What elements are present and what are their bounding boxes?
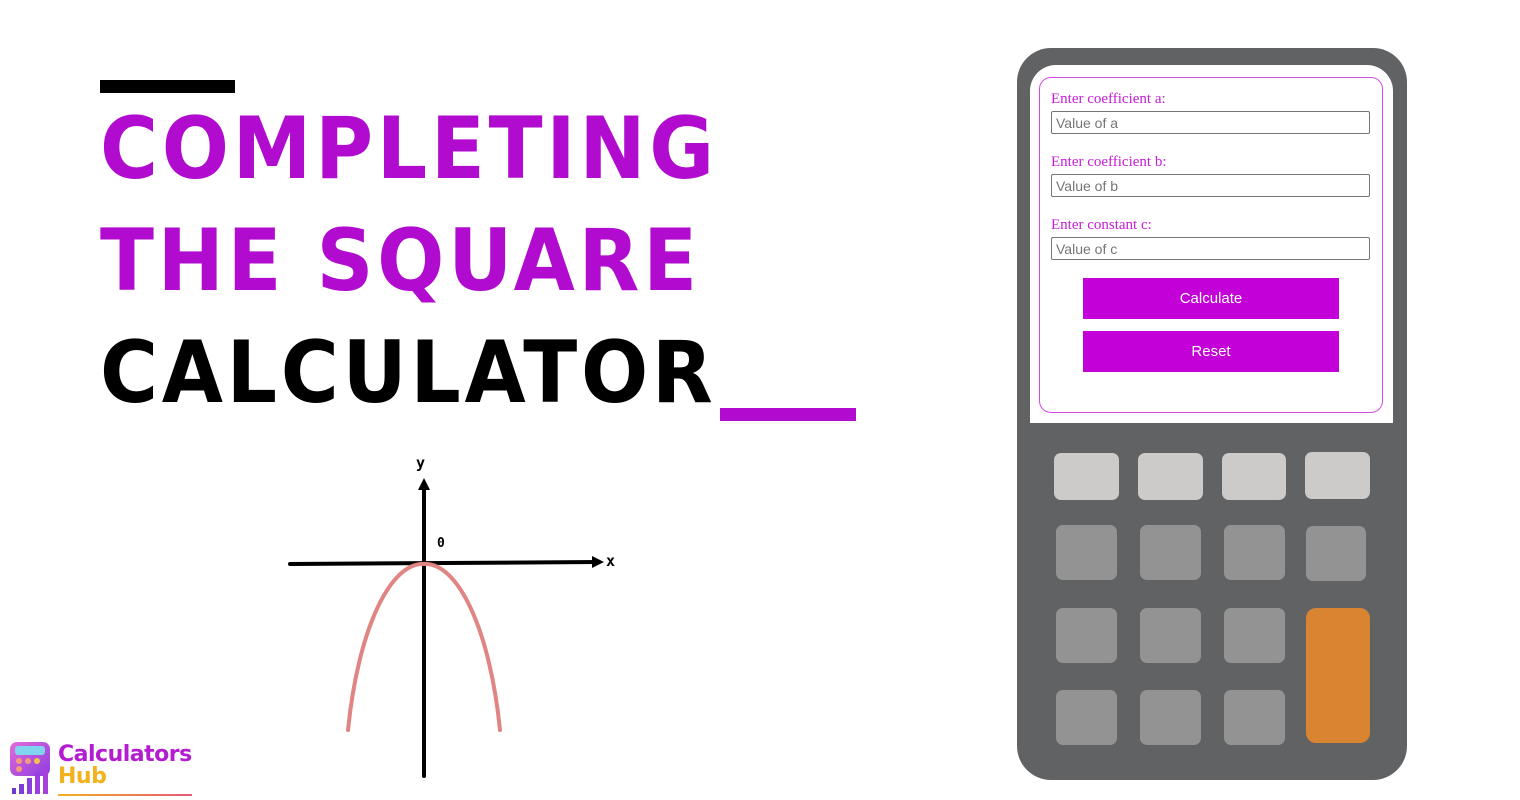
constant-c-input[interactable] xyxy=(1051,237,1370,260)
title-line-2: THE SQUARE xyxy=(100,211,701,311)
calculator-logo-icon xyxy=(10,742,50,794)
keypad-key xyxy=(1224,690,1285,745)
keypad-key xyxy=(1222,453,1286,500)
x-axis xyxy=(288,560,600,566)
x-axis-label: x xyxy=(606,552,616,570)
parabola-graph: y x 0 xyxy=(280,450,620,790)
coefficient-b-input[interactable] xyxy=(1051,174,1370,197)
keypad-key xyxy=(1306,526,1366,581)
keypad-key xyxy=(1140,690,1201,745)
calculators-hub-logo[interactable]: Calculators Hub xyxy=(6,738,196,798)
title-decor-bar-top xyxy=(100,80,235,93)
keypad-key xyxy=(1224,608,1285,663)
logo-text-hub: Hub xyxy=(58,764,107,789)
y-axis-label: y xyxy=(416,454,426,472)
title-line-3: CALCULATOR xyxy=(100,323,717,423)
keypad-key xyxy=(1140,525,1201,580)
title-decor-bar-bottom xyxy=(720,408,856,421)
keypad-key xyxy=(1056,608,1117,663)
keypad-key xyxy=(1140,608,1201,663)
coefficient-a-label: Enter coefficient a: xyxy=(1051,91,1166,107)
coefficient-b-label: Enter coefficient b: xyxy=(1051,154,1167,170)
keypad-key xyxy=(1054,453,1119,500)
keypad-key xyxy=(1056,690,1117,745)
keypad-equals-key xyxy=(1306,608,1370,743)
logo-underline xyxy=(58,794,192,796)
coefficient-a-input[interactable] xyxy=(1051,111,1370,134)
calculate-button[interactable]: Calculate xyxy=(1083,278,1339,319)
reset-button[interactable]: Reset xyxy=(1083,331,1339,372)
x-axis-arrow xyxy=(592,556,604,568)
y-axis-arrow xyxy=(418,478,430,490)
keypad-key xyxy=(1224,525,1285,580)
keypad-key xyxy=(1305,452,1370,499)
keypad-key xyxy=(1138,453,1203,500)
graph-svg xyxy=(288,478,604,778)
keypad-key xyxy=(1056,525,1117,580)
origin-label: 0 xyxy=(437,536,445,551)
constant-c-label: Enter constant c: xyxy=(1051,217,1152,233)
title-line-1: COMPLETING xyxy=(100,99,718,199)
